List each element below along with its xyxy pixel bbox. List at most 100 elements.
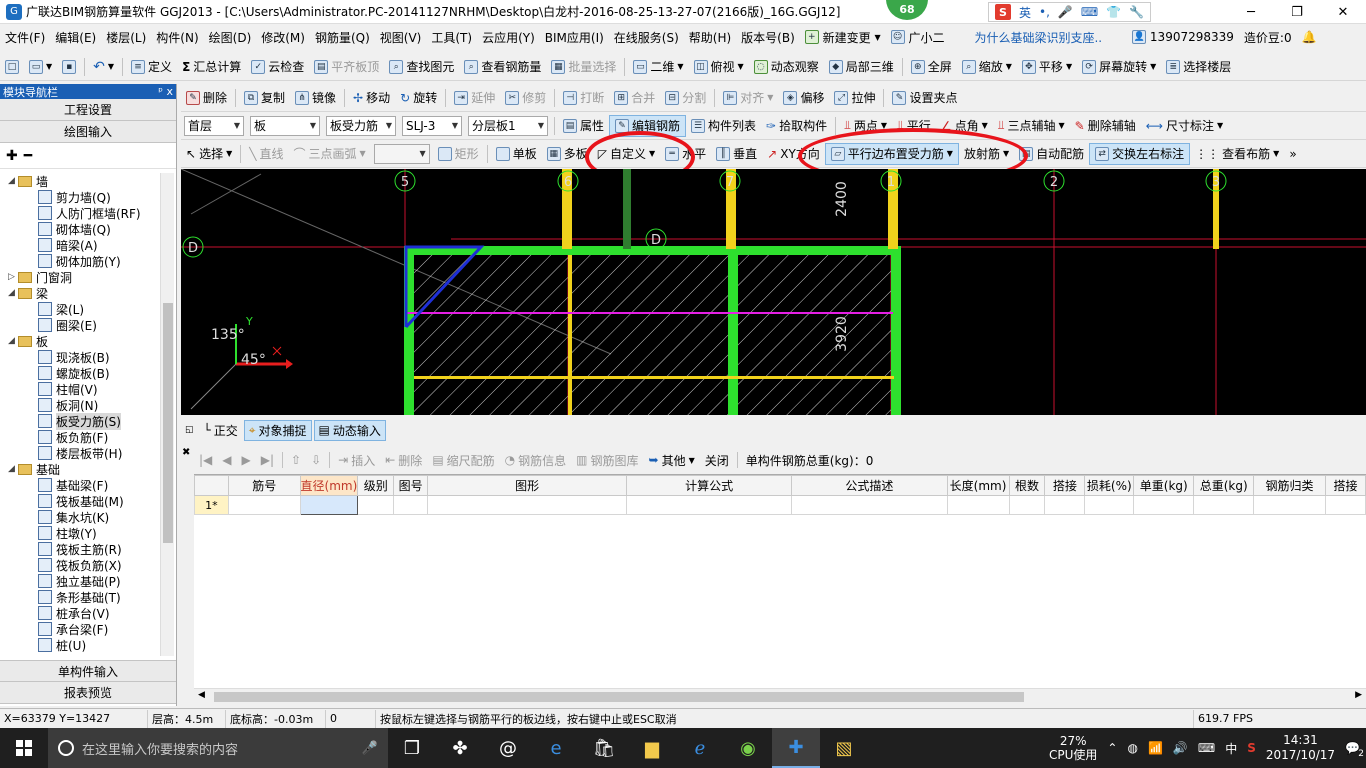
keyboard-icon[interactable]: ⌨ xyxy=(1081,5,1098,19)
component-subtype-select[interactable]: 板受力筋 ▼ xyxy=(326,115,396,136)
collapse-icon[interactable]: ◢ xyxy=(8,176,18,186)
floor-select[interactable]: 首层 ▼ xyxy=(184,115,244,136)
col-total-weight[interactable]: 总重(kg) xyxy=(1193,475,1255,496)
project-settings-button[interactable]: 工程设置 xyxy=(0,99,176,121)
single-component-input-button[interactable]: 单构件输入 xyxy=(0,660,176,682)
rebar-library-button[interactable]: ▥ 钢筋图库 xyxy=(571,452,643,469)
offset-button[interactable]: ◈ 偏移 xyxy=(778,87,829,109)
tree-item[interactable]: 柱帽(V) xyxy=(0,381,160,397)
tree-group[interactable]: ◢ 基础 xyxy=(0,461,160,477)
wifi-icon[interactable]: 📶 xyxy=(1148,741,1163,755)
col-formula-desc[interactable]: 公式描述 xyxy=(791,475,948,496)
set-grip-button[interactable]: ✎ 设置夹点 xyxy=(887,87,962,109)
swirl-app-icon[interactable]: @ xyxy=(484,728,532,768)
stretch-button[interactable]: ⤢ 拉伸 xyxy=(829,87,880,109)
split-button[interactable]: ⊟ 分割 xyxy=(660,87,711,109)
tree-group[interactable]: ◢ 墙 xyxy=(0,173,160,189)
menu-draw[interactable]: 绘图(D) xyxy=(204,25,257,49)
col-diameter[interactable]: 直径(mm) xyxy=(299,475,359,496)
cell-shape-no[interactable] xyxy=(393,495,429,515)
cell-diameter[interactable] xyxy=(299,495,359,515)
move-button[interactable]: ✢ 移动 xyxy=(348,87,395,109)
tree-group[interactable]: ▷ 门窗洞 xyxy=(0,269,160,285)
menu-floor[interactable]: 楼层(L) xyxy=(101,25,151,49)
bell-icon[interactable]: 🔔 xyxy=(1297,25,1322,49)
define-button[interactable]: ≡ 定义 xyxy=(126,56,177,78)
tree-item[interactable]: 基础梁(F) xyxy=(0,477,160,493)
menu-cloud[interactable]: 云应用(Y) xyxy=(477,25,540,49)
tree-item[interactable]: 剪力墙(Q) xyxy=(0,189,160,205)
col-lap-2[interactable]: 搭接 xyxy=(1324,475,1366,496)
col-shape-no[interactable]: 图号 xyxy=(393,475,429,496)
sogou-icon[interactable]: S xyxy=(995,4,1011,20)
collapse-icon[interactable]: ◢ xyxy=(8,288,18,298)
first-record-icon[interactable]: |◀ xyxy=(194,453,217,467)
copy-button[interactable]: ⧉ 复制 xyxy=(239,87,290,109)
col-length[interactable]: 长度(mm) xyxy=(946,475,1010,496)
menu-version[interactable]: 版本号(B) xyxy=(736,25,800,49)
three-points-aux-button[interactable]: ⫫ 三点辅轴 ▼ xyxy=(993,115,1070,137)
next-record-icon[interactable]: ▶ xyxy=(237,453,256,467)
undo-button[interactable]: ↶ ▼ xyxy=(88,56,119,78)
view-rebar-qty-button[interactable]: ⌕ 查看钢筋量 xyxy=(459,56,546,78)
menu-tools[interactable]: 工具(T) xyxy=(426,25,477,49)
zoom-button[interactable]: ⌕ 缩放 ▼ xyxy=(957,56,1017,78)
fullscreen-button[interactable]: ⊕ 全屏 xyxy=(906,56,957,78)
pick-component-button[interactable]: ✑ 拾取构件 xyxy=(761,115,832,137)
dynamic-input-toggle[interactable]: ▤ 动态输入 xyxy=(313,419,386,441)
cell-loss[interactable] xyxy=(1084,495,1135,515)
notes-app-icon[interactable]: ▧ xyxy=(820,728,868,768)
tree-item[interactable]: 独立基础(P) xyxy=(0,573,160,589)
collapse-icon[interactable]: ◢ xyxy=(8,464,18,474)
ime-mode-label[interactable]: 英 xyxy=(1019,4,1031,21)
component-item-select[interactable]: SLJ-3 ▼ xyxy=(402,115,462,136)
move-up-icon[interactable]: ⇧ xyxy=(286,453,306,467)
tree-item[interactable]: 暗梁(A) xyxy=(0,237,160,253)
component-type-select[interactable]: 板 ▼ xyxy=(250,115,320,136)
component-list-button[interactable]: ☰ 构件列表 xyxy=(686,115,761,137)
cell-shape[interactable] xyxy=(427,495,628,515)
scroll-right-icon[interactable]: ▶ xyxy=(1355,690,1362,700)
punctuation-icon[interactable]: •, xyxy=(1039,5,1050,19)
tree-group[interactable]: ◢ 梁 xyxy=(0,285,160,301)
rotate-screen-button[interactable]: ⟳ 屏幕旋转 ▼ xyxy=(1077,56,1161,78)
arc-tool-button[interactable]: ⌒ 三点画弧 ▼ xyxy=(288,143,370,165)
tree-item[interactable]: 砌体加筋(Y) xyxy=(0,253,160,269)
restore-icon[interactable]: ❐ xyxy=(1274,0,1320,24)
line-tool-button[interactable]: ╲ 直线 xyxy=(244,143,288,165)
table-hscrollbar-thumb[interactable] xyxy=(214,692,1024,702)
menu-rebar-qty[interactable]: 钢筋量(Q) xyxy=(310,25,375,49)
tray-expand-icon[interactable]: ⌃ xyxy=(1107,741,1117,755)
edge-browser-icon[interactable]: e xyxy=(532,728,580,768)
object-snap-toggle[interactable]: ⌖ 对象捕捉 xyxy=(243,419,312,441)
windows-start-icon[interactable] xyxy=(0,728,48,768)
delete-row-button[interactable]: ⇤ 删除 xyxy=(380,452,427,469)
cell-count[interactable] xyxy=(1008,495,1046,515)
pan-button[interactable]: ✥ 平移 ▼ xyxy=(1017,56,1077,78)
tree-item[interactable]: 人防门框墙(RF) xyxy=(0,205,160,221)
tools-icon[interactable]: 🔧 xyxy=(1129,5,1144,19)
swap-labels-button[interactable]: ⇄ 交换左右标注 xyxy=(1089,142,1191,165)
collapse-icon[interactable]: ◢ xyxy=(8,336,18,346)
cell-formula[interactable] xyxy=(626,495,793,515)
merge-button[interactable]: ⊞ 合并 xyxy=(609,87,660,109)
col-rebar-category[interactable]: 钢筋归类 xyxy=(1253,475,1326,496)
tree-item[interactable]: 圈梁(E) xyxy=(0,317,160,333)
vertical-button[interactable]: ║ 垂直 xyxy=(711,143,762,165)
open-file-button[interactable]: ▭ ▼ xyxy=(24,56,57,78)
glodon-app-icon[interactable]: ✚ xyxy=(772,728,820,768)
single-slab-button[interactable]: 单板 xyxy=(491,143,542,165)
tree-scrollbar[interactable] xyxy=(160,173,174,656)
notification-center-icon[interactable]: 💬 2 xyxy=(1345,741,1364,759)
menu-component[interactable]: 构件(N) xyxy=(151,25,203,49)
drawing-svg[interactable]: Y 5 6 7 1 2 3 D D 2400 3920 135° 45° xyxy=(181,169,1366,415)
view-rebar-layout-button[interactable]: ⋮⋮ 查看布筋 ▼ xyxy=(1190,143,1284,165)
col-loss[interactable]: 损耗(%) xyxy=(1084,475,1135,496)
news-link[interactable]: 为什么基础梁识别支座.. xyxy=(969,25,1107,49)
rotate-button[interactable]: ↻ 旋转 xyxy=(395,87,442,109)
tree-item[interactable]: 板负筋(F) xyxy=(0,429,160,445)
cell-total-weight[interactable] xyxy=(1193,495,1255,515)
collapse-all-icon[interactable]: ━ xyxy=(24,148,32,164)
row-indicator[interactable]: 1* xyxy=(194,495,229,515)
cell-length[interactable] xyxy=(946,495,1010,515)
